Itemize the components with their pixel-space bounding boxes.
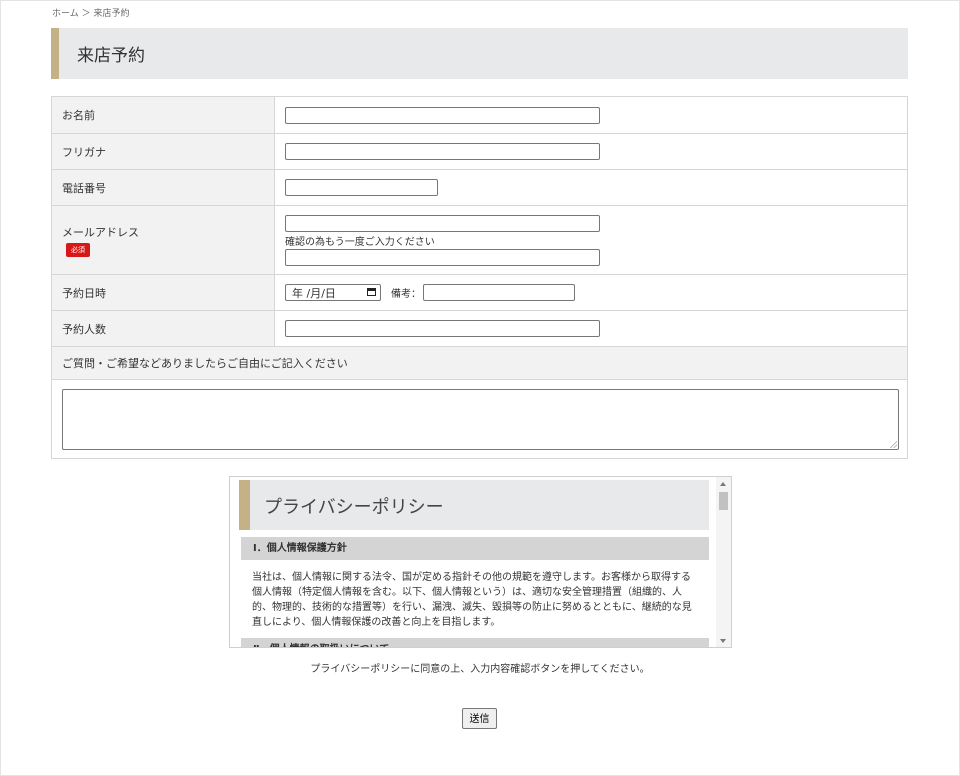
page-title: 来店予約 [51,28,908,79]
remarks-label: 備考： [391,289,421,300]
phone-input[interactable] [285,179,438,196]
row-questions-box [51,379,908,459]
remarks-input[interactable] [423,284,575,301]
row-party-size: 予約人数 [51,310,908,347]
calendar-icon[interactable] [367,288,376,296]
phone-label: 電話番号 [51,169,275,206]
email-confirm-note: 確認の為もう一度ご入力ください [285,236,435,248]
scroll-thumb[interactable] [719,492,728,510]
party-size-label: 予約人数 [51,310,275,347]
reservation-form: お名前 フリガナ 電話番号 メールアドレス 必須 確認の為もう一度ご入力ください… [51,96,908,459]
row-furigana: フリガナ [51,133,908,170]
scroll-down-icon[interactable] [720,639,726,643]
privacy-section2-title: Ⅱ．個人情報の取扱いについて [241,638,709,647]
submit-button[interactable]: 送信 [462,708,497,729]
row-questions-head: ご質問・ご希望などありましたらご自由にご記入ください [51,346,908,380]
row-name: お名前 [51,96,908,134]
email-input[interactable] [285,214,600,232]
page-title-text: 来店予約 [77,46,145,66]
scroll-up-icon[interactable] [720,482,726,486]
email-label: メールアドレス [62,225,139,239]
questions-label: ご質問・ご希望などありましたらご自由にご記入ください [51,346,908,380]
email-label-cell: メールアドレス 必須 [51,205,275,275]
required-badge: 必須 [66,242,90,257]
questions-textarea[interactable] [62,389,899,450]
privacy-title: プライバシーポリシー [264,497,444,518]
name-label: お名前 [51,96,275,134]
furigana-input[interactable] [285,143,600,160]
privacy-policy-box[interactable]: プライバシーポリシー Ⅰ．個人情報保護方針 当社は、個人情報に関する法令、国が定… [229,476,732,648]
privacy-scrollbar[interactable] [716,477,731,647]
date-input[interactable]: 年 /月/日 [285,284,381,301]
name-input[interactable] [285,106,600,124]
privacy-section1-title: Ⅰ．個人情報保護方針 [241,537,709,560]
privacy-section1-body: 当社は、個人情報に関する法令、国が定める指針その他の規範を遵守します。お客様から… [252,572,692,628]
privacy-title-bar: プライバシーポリシー [239,480,709,530]
resize-handle-icon[interactable] [890,441,897,448]
row-phone: 電話番号 [51,169,908,206]
row-email: メールアドレス 必須 確認の為もう一度ご入力ください [51,205,908,275]
datetime-label: 予約日時 [51,274,275,311]
email-confirm-input[interactable] [285,248,600,266]
consent-text: プライバシーポリシーに同意の上、入力内容確認ボタンを押してください。 [310,664,650,675]
party-size-input[interactable] [285,320,600,337]
furigana-label: フリガナ [51,133,275,170]
row-datetime: 予約日時 年 /月/日 備考： [51,274,908,311]
breadcrumb[interactable]: ホーム ＞ 来店予約 [52,6,129,19]
date-placeholder: 年 /月/日 [292,286,336,300]
